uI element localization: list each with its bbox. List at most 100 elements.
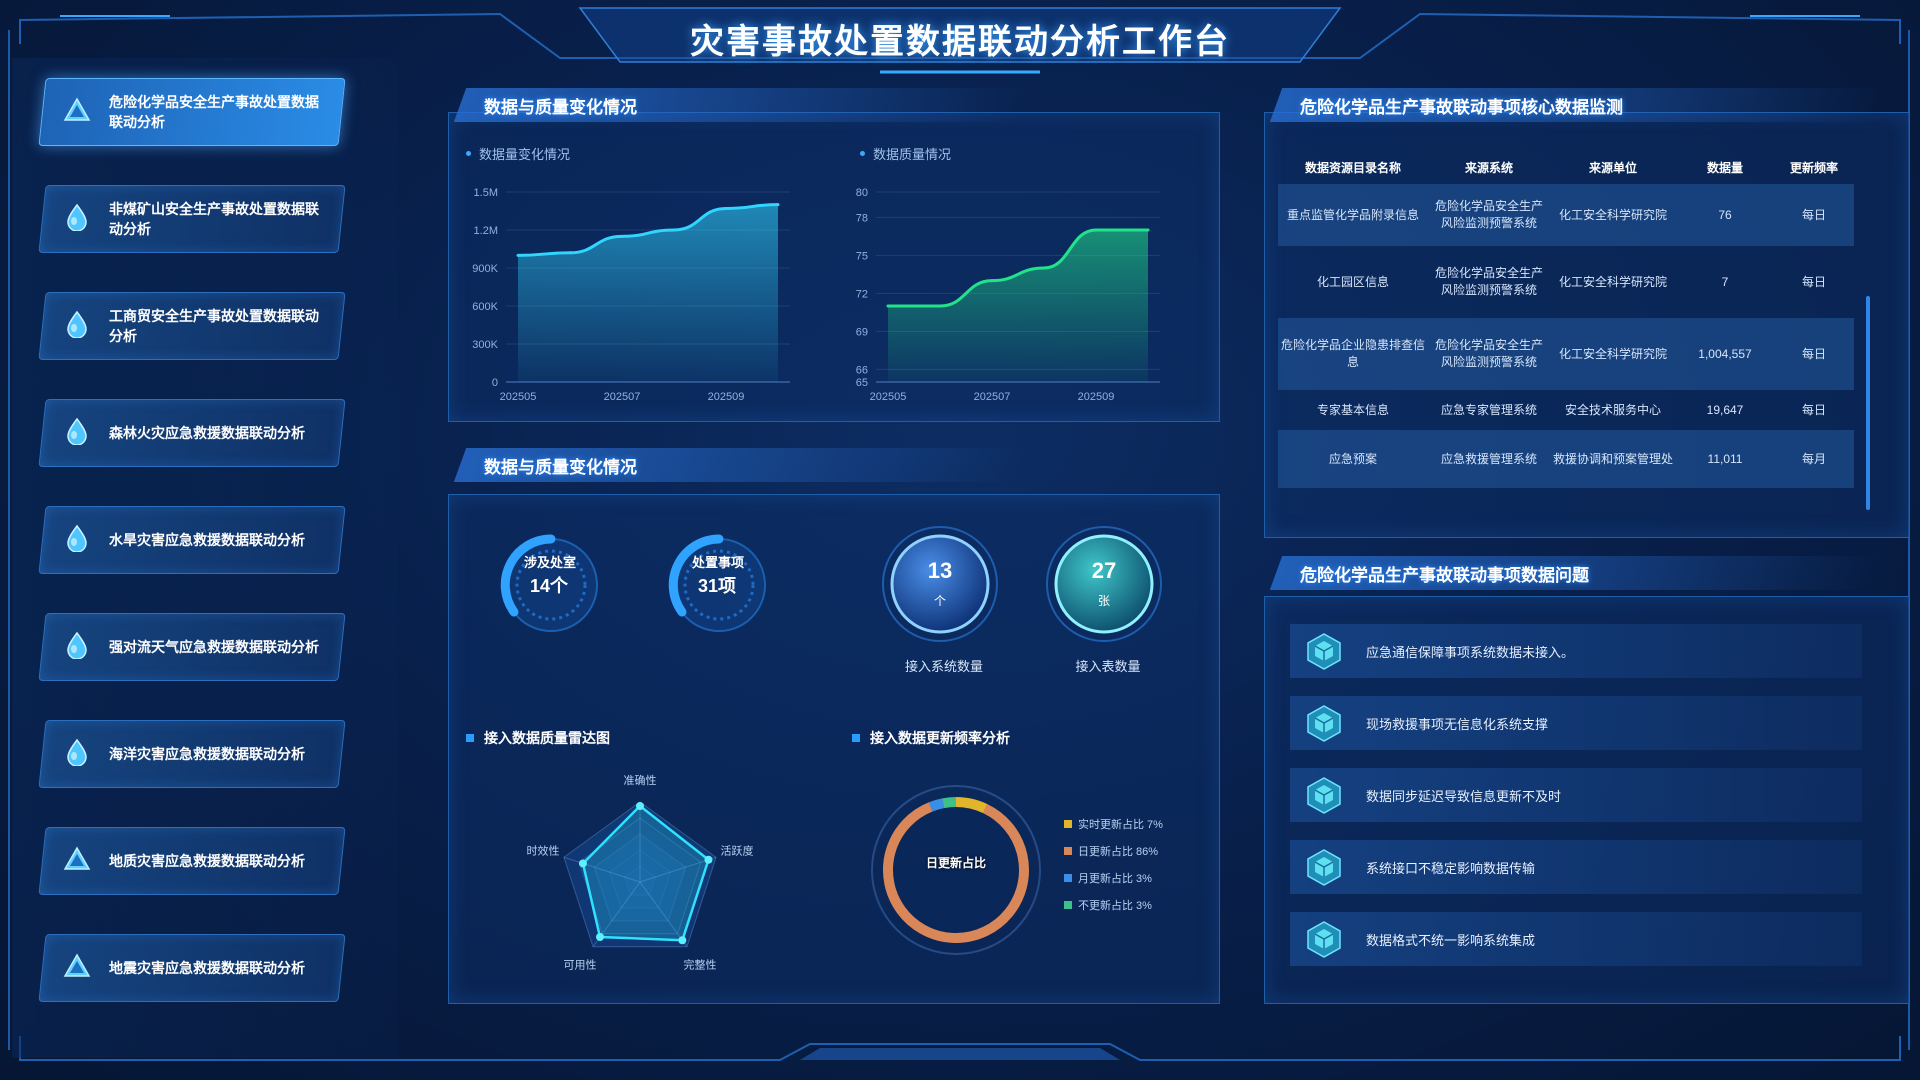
sidebar-item-6[interactable]: 强对流天气应急救援数据联动分析	[38, 613, 346, 681]
issue-text: 数据同步延迟导致信息更新不及时	[1366, 788, 1562, 804]
data-point	[990, 279, 994, 283]
table-cell: 每月	[1774, 430, 1854, 488]
table-cell: 危险化学品安全生产风险监测预警系统	[1428, 318, 1550, 390]
table-scrollbar[interactable]	[1866, 296, 1870, 510]
legend-item: 不更新占比 3%	[1064, 897, 1152, 913]
sidebar-item-5[interactable]: 水旱灾害应急救援数据联动分析	[38, 506, 346, 574]
issue-item: 现场救援事项无信息化系统支撑	[1290, 696, 1862, 750]
sidebar-item-label: 海洋灾害应急救援数据联动分析	[109, 746, 305, 762]
globe-circle-icon	[882, 526, 998, 642]
radar-axis-label: 可用性	[564, 958, 597, 972]
sidebar-item-2[interactable]: 非煤矿山安全生产事故处置数据联动分析	[38, 185, 346, 253]
table-cell: 重点监管化学品附录信息	[1278, 184, 1428, 246]
table-row: 危险化学品企业隐患排查信息 危险化学品安全生产风险监测预警系统 化工安全科学研究院 1…	[1278, 318, 1854, 390]
table-cell: 救援协调和预案管理处	[1550, 430, 1676, 488]
sidebar-item-7[interactable]: 海洋灾害应急救援数据联动分析	[38, 720, 346, 788]
cube-icon	[1307, 705, 1341, 742]
legend-label: 月更新占比 3%	[1078, 873, 1152, 885]
table-cell: 每日	[1801, 402, 1826, 417]
legend-swatch	[1064, 874, 1072, 882]
radar-section-title: 接入数据质量雷达图	[466, 728, 610, 748]
radar-point	[636, 802, 644, 810]
table-cell: 7	[1721, 274, 1729, 289]
stat-circle-tables: 27 张	[1044, 524, 1164, 644]
donut-center-label: 日更新占比	[925, 856, 986, 870]
sidebar-item-9[interactable]: 地震灾害应急救援数据联动分析	[38, 934, 346, 1002]
table-cell: 化工安全科学研究院	[1558, 274, 1667, 289]
core-data-table: 数据资源目录名称 来源系统 来源单位 数据量 更新频率 重点监管化学品附录信息危…	[1278, 150, 1854, 488]
sidebar-item-3[interactable]: 工商贸安全生产事故处置数据联动分析	[38, 292, 346, 360]
warning-triangle-icon	[63, 952, 109, 985]
issue-item: 应急通信保障事项系统数据未接入。	[1290, 624, 1862, 678]
cube-icon	[1307, 921, 1341, 958]
sidebar-item-8[interactable]: 地质灾害应急救援数据联动分析	[38, 827, 346, 895]
water-drop-icon	[63, 631, 109, 664]
series-area	[518, 204, 778, 382]
data-point	[568, 251, 572, 255]
sidebar-item-1[interactable]: 危险化学品安全生产事故处置数据联动分析	[38, 78, 346, 146]
data-point	[886, 304, 890, 308]
issue-item: 数据格式不统一影响系统集成	[1290, 912, 1862, 966]
table-cell: 化工安全科学研究院	[1550, 184, 1676, 246]
x-tick-label: 202505	[500, 391, 537, 403]
table-header-row: 数据资源目录名称 来源系统 来源单位 数据量 更新频率	[1278, 150, 1854, 184]
table-cell: 应急专家管理系统	[1440, 402, 1537, 417]
sidebar-item-4[interactable]: 森林火灾应急救援数据联动分析	[38, 399, 346, 467]
donut-section-title: 接入数据更新频率分析	[852, 728, 1010, 748]
data-point	[1146, 228, 1150, 232]
radar-point	[704, 855, 713, 864]
table-row: 化工园区信息 危险化学品安全生产风险监测预警系统 化工安全科学研究院 7 每日	[1278, 246, 1854, 318]
data-point	[620, 234, 624, 238]
radar-point	[596, 933, 605, 942]
issue-text: 应急通信保障事项系统数据未接入。	[1366, 644, 1575, 660]
stat-ring-departments: 涉及处室 14个	[496, 530, 606, 640]
data-point	[1094, 228, 1098, 232]
sidebar-item-label: 工商贸安全生产事故处置数据联动分析	[109, 308, 319, 344]
y-tick-label: 75	[856, 250, 868, 262]
table-cell: 危险化学品安全生产风险监测预警系统	[1428, 184, 1550, 246]
water-drop-icon	[63, 524, 109, 557]
x-tick-label: 202505	[870, 391, 907, 403]
water-drop-icon	[63, 738, 109, 771]
cube-icon	[1307, 849, 1341, 886]
sidebar-item-label: 危险化学品安全生产事故处置数据联动分析	[109, 94, 319, 130]
table-cell: 19,647	[1706, 402, 1744, 417]
issue-item: 系统接口不稳定影响数据传输	[1290, 840, 1862, 894]
table-cell: 危险化学品企业隐患排查信息	[1278, 318, 1428, 390]
issue-text: 现场救援事项无信息化系统支撑	[1366, 716, 1549, 732]
data-point	[1042, 266, 1046, 270]
water-drop-icon	[63, 417, 109, 450]
data-point	[776, 203, 780, 207]
x-tick-label: 202507	[974, 391, 1011, 403]
column-header: 数据资源目录名称	[1304, 160, 1401, 175]
table-cell: 11,011	[1676, 430, 1774, 488]
table-cell: 专家基本信息	[1316, 402, 1389, 417]
table-cell: 化工安全科学研究院	[1550, 318, 1676, 390]
chart1-title: 数据量变化情况	[466, 144, 570, 163]
panel1-title: 数据与质量变化情况	[484, 97, 637, 117]
table-cell: 危险化学品安全生产风险监测预警系统	[1434, 266, 1543, 297]
stat-label-items: 处置事项	[692, 555, 745, 570]
radar-series-area	[581, 804, 710, 942]
water-drop-icon	[63, 310, 109, 343]
y-tick-label: 900K	[472, 263, 498, 275]
cube-icon	[1307, 777, 1341, 814]
circle-value-tables: 27	[1091, 558, 1117, 583]
stat-ring-items: 处置事项 31项	[664, 530, 774, 640]
radar-axis-label: 准确性	[624, 773, 657, 787]
y-tick-label: 80	[856, 187, 868, 199]
sidebar-item-label: 强对流天气应急救援数据联动分析	[109, 639, 319, 655]
column-header: 数据量	[1706, 160, 1743, 175]
donut-slice	[942, 797, 957, 809]
data-point	[516, 253, 520, 257]
panel4-header: 危险化学品生产事故联动事项数据问题	[1269, 556, 1883, 590]
donut-slice	[928, 798, 945, 812]
table-cell: 1,004,557	[1676, 318, 1774, 390]
legend-label: 实时更新占比 7%	[1078, 819, 1163, 831]
data-point	[938, 304, 942, 308]
data-quality-chart: 6566 69 72 75 78 80 202505 202507 202509	[856, 187, 1160, 403]
y-tick-label: 1.2M	[474, 225, 498, 237]
frame-left-edge	[8, 30, 10, 1050]
table-row: 重点监管化学品附录信息 危险化学品安全生产风险监测预警系统 化工安全科学研究院 76 每…	[1278, 184, 1854, 246]
circle-unit-tables: 张	[1097, 594, 1110, 608]
